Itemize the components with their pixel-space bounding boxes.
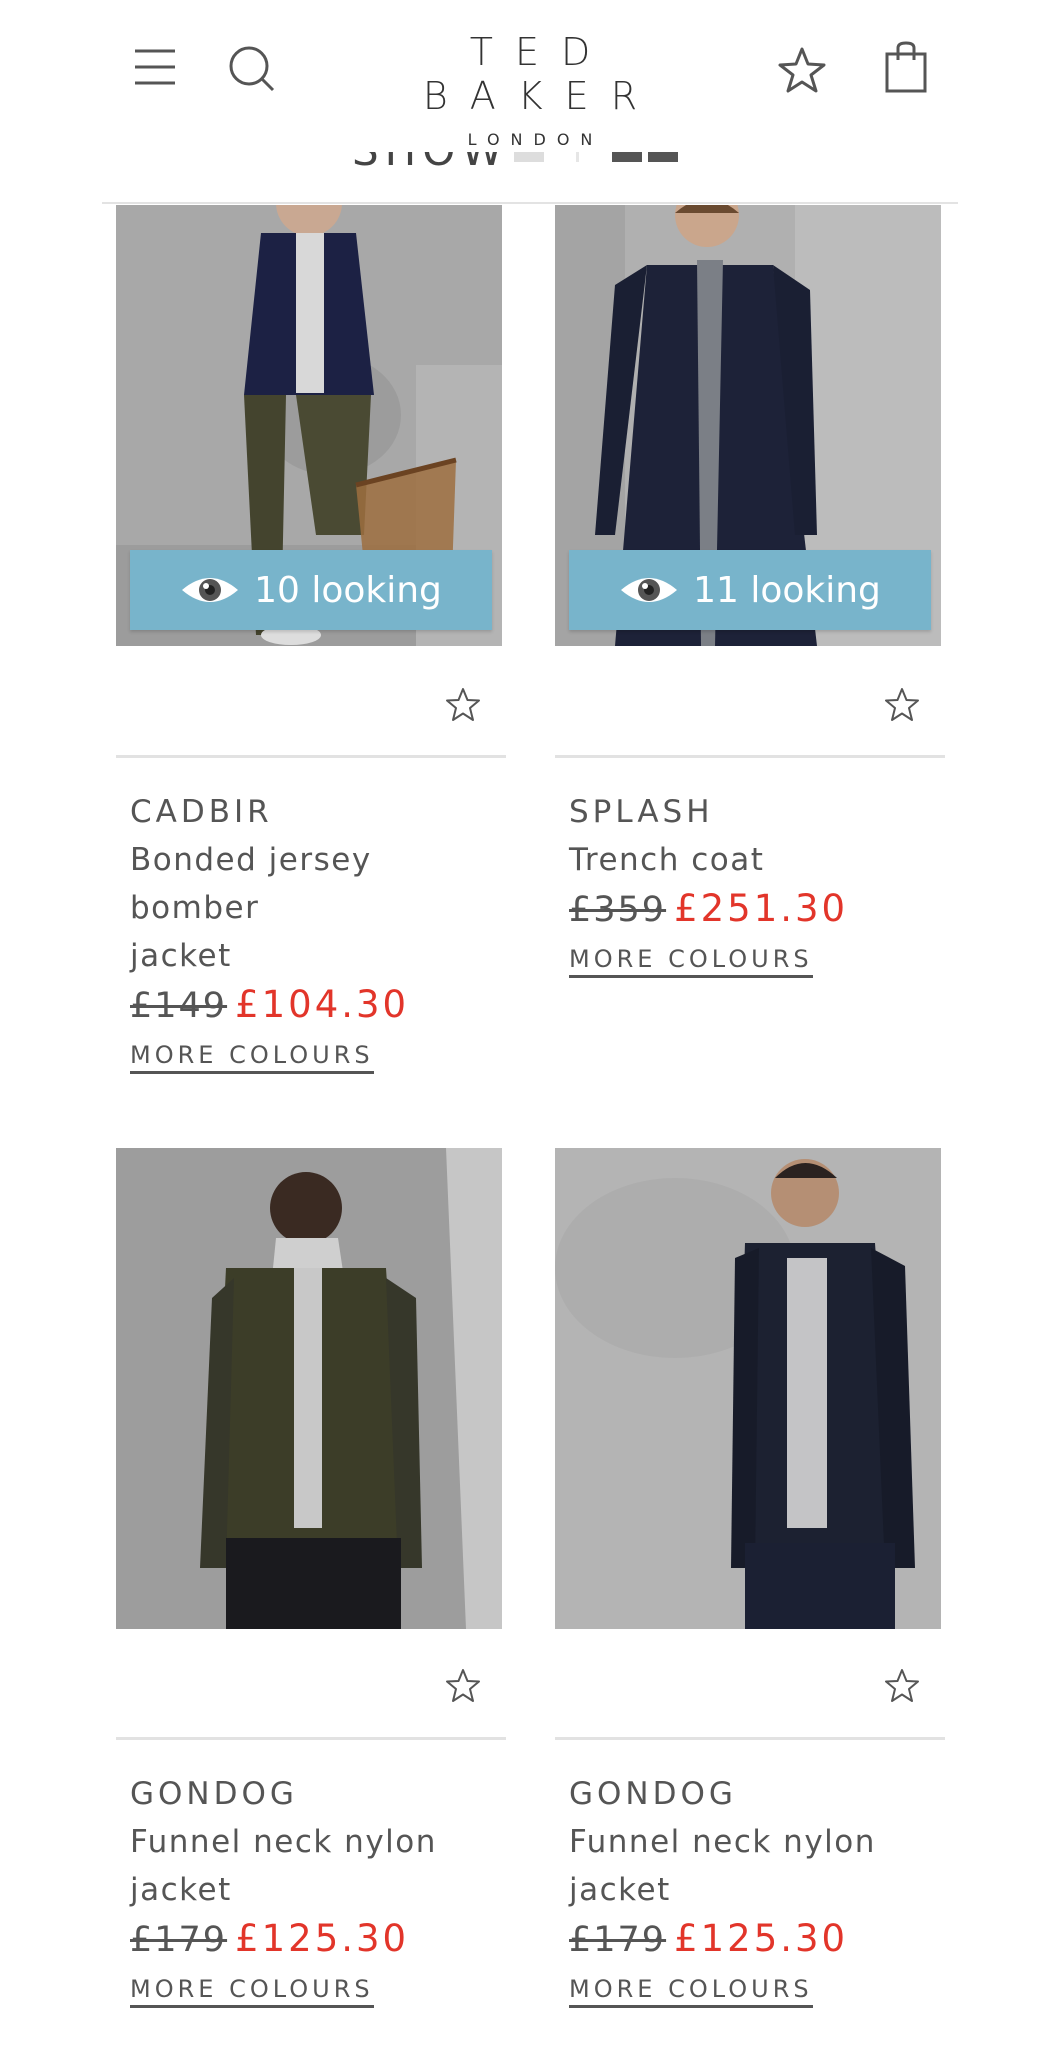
card-divider xyxy=(116,755,506,758)
brand-subtitle: LONDON xyxy=(467,130,604,149)
brand-name: TED BAKER xyxy=(422,30,660,118)
product-card[interactable]: GONDOG Funnel neck nylon jacket £179 £125… xyxy=(555,1148,947,2048)
sale-price: £251.30 xyxy=(674,887,849,930)
more-colours-link[interactable]: MORE COLOURS xyxy=(130,1975,374,2008)
card-divider xyxy=(555,755,945,758)
product-brand: CADBIR xyxy=(130,794,273,830)
sale-price: £104.30 xyxy=(235,983,410,1026)
star-icon[interactable] xyxy=(882,1666,922,1706)
product-brand: GONDOG xyxy=(569,1776,737,1812)
product-title[interactable]: Bonded jersey bomber xyxy=(130,836,502,932)
product-image[interactable] xyxy=(116,1148,502,1629)
product-info: GONDOG Funnel neck nylon jacket £179 £125… xyxy=(569,1770,941,2008)
product-card[interactable]: 11 looking SPLASH Trench coat £359 £251.3… xyxy=(555,205,947,1035)
card-divider xyxy=(555,1737,945,1740)
product-info: SPLASH Trench coat £359 £251.30 MORE COLO… xyxy=(569,788,941,978)
grid-view-icon[interactable] xyxy=(612,152,642,162)
sale-price: £125.30 xyxy=(235,1917,410,1960)
filter-divider xyxy=(102,202,958,204)
more-colours-link[interactable]: MORE COLOURS xyxy=(130,1041,374,1074)
wishlist-star-icon[interactable] xyxy=(778,46,826,94)
eye-icon xyxy=(619,572,679,608)
brand-logo[interactable]: TED BAKER LONDON xyxy=(330,30,730,149)
looking-count: 11 looking xyxy=(693,569,881,611)
original-price: £179 xyxy=(130,1920,228,1960)
more-colours-link[interactable]: MORE COLOURS xyxy=(569,1975,813,2008)
view-toggle-bar: SHOW xyxy=(102,152,958,202)
product-info: CADBIR Bonded jersey bomber jacket £149 £… xyxy=(130,788,502,1074)
product-image[interactable]: 11 looking xyxy=(555,205,941,646)
star-icon[interactable] xyxy=(882,685,922,725)
product-card[interactable]: GONDOG Funnel neck nylon jacket £179 £125… xyxy=(116,1148,508,2048)
grid-view-icon-2[interactable] xyxy=(648,152,678,162)
product-title[interactable]: Trench coat xyxy=(569,836,941,884)
original-price: £179 xyxy=(569,1920,667,1960)
search-icon[interactable] xyxy=(228,45,276,93)
product-title-2[interactable]: jacket xyxy=(130,1866,502,1914)
product-card[interactable]: 10 looking CADBIR Bonded jersey bomber j… xyxy=(116,205,508,1074)
price-row: £359 £251.30 xyxy=(569,884,941,941)
original-price: £149 xyxy=(130,986,228,1026)
card-divider xyxy=(116,1737,506,1740)
product-image[interactable] xyxy=(555,1148,941,1629)
product-info: GONDOG Funnel neck nylon jacket £179 £125… xyxy=(130,1770,502,2008)
product-brand: SPLASH xyxy=(569,794,714,830)
price-row: £179 £125.30 xyxy=(569,1914,941,1971)
view-separator xyxy=(576,152,579,162)
sale-price: £125.30 xyxy=(674,1917,849,1960)
site-header: TED BAKER LONDON xyxy=(0,0,1056,150)
looking-count: 10 looking xyxy=(254,569,442,611)
product-title-2[interactable]: jacket xyxy=(130,932,502,980)
star-icon[interactable] xyxy=(443,1666,483,1706)
more-colours-link[interactable]: MORE COLOURS xyxy=(569,945,813,978)
price-row: £149 £104.30 xyxy=(130,980,502,1037)
product-title-2[interactable]: jacket xyxy=(569,1866,941,1914)
price-row: £179 £125.30 xyxy=(130,1914,502,1971)
product-title[interactable]: Funnel neck nylon xyxy=(130,1818,502,1866)
looking-badge: 10 looking xyxy=(130,550,492,630)
product-image[interactable]: 10 looking xyxy=(116,205,502,646)
single-view-icon[interactable] xyxy=(514,152,544,162)
product-brand: GONDOG xyxy=(130,1776,298,1812)
menu-icon[interactable] xyxy=(133,45,177,89)
show-label: SHOW xyxy=(352,152,509,175)
product-title[interactable]: Funnel neck nylon xyxy=(569,1818,941,1866)
original-price: £359 xyxy=(569,890,667,930)
eye-icon xyxy=(180,572,240,608)
star-icon[interactable] xyxy=(443,685,483,725)
looking-badge: 11 looking xyxy=(569,550,931,630)
shopping-bag-icon[interactable] xyxy=(884,40,928,94)
